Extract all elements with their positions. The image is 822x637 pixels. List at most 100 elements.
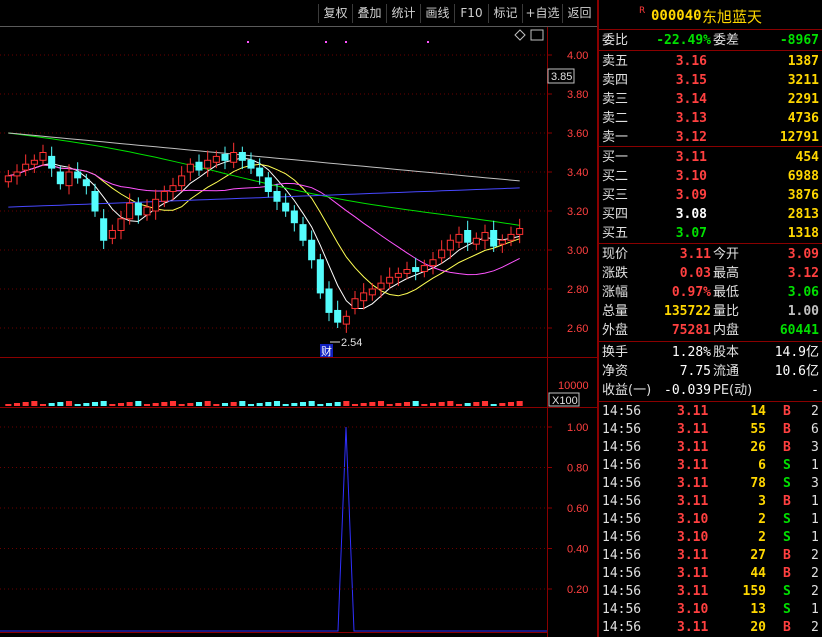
trade-row[interactable]: 14:56 3.11 78 S 3 [599, 475, 822, 493]
trade-count: 2 [811, 404, 819, 419]
volume-bar [39, 404, 47, 406]
bid-row[interactable]: 买四 3.08 2813 [599, 205, 822, 224]
indicator-tick-label: 0.80 [567, 463, 588, 475]
quote-label: 现价 [602, 247, 629, 262]
trade-time: 14:56 [602, 602, 642, 617]
trade-row[interactable]: 14:56 3.11 6 S 1 [599, 457, 822, 475]
trade-price: 3.11 [677, 404, 709, 419]
bid-volume: 3876 [787, 188, 819, 203]
ask-row[interactable]: 卖四 3.15 3211 [599, 71, 822, 90]
bid-row[interactable]: 买二 3.10 6988 [599, 167, 822, 186]
statistics-button[interactable]: 统计 [386, 4, 420, 23]
volume-bar [221, 403, 229, 406]
ask-row[interactable]: 卖一 3.12 12791 [599, 128, 822, 147]
back-button[interactable]: 返回 [562, 4, 596, 23]
volume-bar [13, 403, 21, 406]
mark-button[interactable]: 标记 [488, 4, 522, 23]
stock-name[interactable]: 东旭蓝天 [702, 6, 762, 27]
trade-time: 14:56 [602, 530, 642, 545]
trade-count: 6 [811, 422, 819, 437]
quote-label: 涨跌 [602, 266, 629, 281]
candle-body [516, 228, 524, 235]
volume-bar [83, 403, 90, 406]
restore-rights-button[interactable]: 复权 [318, 4, 352, 23]
candle-body [160, 191, 168, 202]
trade-row[interactable]: 14:56 3.11 26 B 3 [599, 439, 822, 457]
volume-bar [204, 401, 211, 406]
volume-bar [516, 401, 523, 406]
candle-body [30, 159, 38, 165]
volume-bar [135, 401, 142, 406]
volume-bar [481, 401, 489, 406]
ask-price: 3.12 [675, 130, 707, 145]
volume-bar [507, 402, 515, 406]
trade-qty: 2 [758, 530, 766, 545]
quote-value: 60441 [779, 323, 819, 338]
volume-bar [143, 404, 151, 406]
candle-body [230, 152, 238, 163]
candle-body [256, 167, 264, 177]
trade-time: 14:56 [602, 566, 642, 581]
bid-row[interactable]: 买一 3.11 454 [599, 148, 822, 167]
trade-time: 14:56 [602, 512, 642, 527]
volume-bar [273, 401, 281, 406]
candle-body [4, 175, 12, 183]
trade-side: S [783, 458, 791, 473]
candle-body [186, 163, 194, 173]
bid-row[interactable]: 买五 3.07 1318 [599, 224, 822, 243]
fundamental-value: 14.9亿 [774, 345, 819, 360]
ask-row[interactable]: 卖二 3.13 4736 [599, 109, 822, 128]
fundamental-value: 1.28% [671, 345, 711, 360]
trade-price: 3.11 [677, 566, 709, 581]
ask-row[interactable]: 卖五 3.16 1387 [599, 52, 822, 71]
trade-row[interactable]: 14:56 3.11 20 B 2 [599, 619, 822, 637]
volume-bar [31, 401, 38, 406]
overlay-button[interactable]: 叠加 [352, 4, 386, 23]
trade-side: B [783, 566, 791, 581]
trade-row[interactable]: 14:56 3.11 159 S 2 [599, 583, 822, 601]
quote-row: 现价 3.11 今开 3.09 [599, 245, 822, 264]
stock-code[interactable]: 000040 [651, 8, 702, 24]
commission-ratio-label: 委比 [602, 33, 629, 48]
candle-body [464, 230, 472, 243]
add-watchlist-button[interactable]: +自选 [522, 4, 562, 23]
price-tick-label: 3.00 [567, 245, 588, 257]
bid-row[interactable]: 买三 3.09 3876 [599, 186, 822, 205]
candle-body [74, 171, 82, 179]
trade-row[interactable]: 14:56 3.11 27 B 2 [599, 547, 822, 565]
kline-chart-area[interactable]: 4.00 3.80 3.60 3.40 3.20 3.00 2.80 2.60 3.85 2.… [0, 27, 597, 637]
window-icon[interactable] [530, 29, 544, 41]
signal-dot [247, 41, 249, 43]
trade-side: S [783, 602, 791, 617]
trade-qty: 55 [750, 422, 766, 437]
trade-row[interactable]: 14:56 3.11 55 B 6 [599, 421, 822, 439]
trade-row[interactable]: 14:56 3.10 2 S 1 [599, 511, 822, 529]
ask-row[interactable]: 卖三 3.14 2291 [599, 90, 822, 109]
draw-line-button[interactable]: 画线 [420, 4, 454, 23]
price-tick-label: 3.60 [567, 128, 588, 140]
trade-row[interactable]: 14:56 3.10 2 S 1 [599, 529, 822, 547]
ask-label: 卖一 [602, 130, 629, 145]
trade-time: 14:56 [602, 548, 642, 563]
trade-row[interactable]: 14:56 3.11 3 B 1 [599, 493, 822, 511]
bid-price: 3.09 [675, 188, 707, 203]
trade-qty: 3 [758, 494, 766, 509]
volume-bar [117, 403, 125, 406]
trade-price: 3.11 [677, 494, 709, 509]
quote-label: 量比 [713, 304, 740, 319]
trade-side: B [783, 440, 791, 455]
trade-row[interactable]: 14:56 3.10 13 S 1 [599, 601, 822, 619]
trade-row[interactable]: 14:56 3.11 44 B 2 [599, 565, 822, 583]
candle-body [264, 177, 272, 193]
ask-label: 卖二 [602, 111, 629, 126]
trade-row[interactable]: 14:56 3.11 14 B 2 [599, 403, 822, 421]
diamond-icon[interactable] [514, 29, 526, 41]
volume-bar [265, 402, 272, 406]
volume-bar [421, 404, 428, 406]
indicator-axis-ticks: 1.00 0.80 0.60 0.40 0.20 [0, 422, 588, 596]
signal-dot [325, 41, 327, 43]
kline-chart[interactable]: 4.00 3.80 3.60 3.40 3.20 3.00 2.80 2.60 3.85 2.… [0, 27, 597, 637]
quote-row: 涨幅 0.97% 最低 3.06 [599, 283, 822, 302]
f10-button[interactable]: F10 [454, 4, 488, 23]
candle-body [143, 206, 151, 216]
